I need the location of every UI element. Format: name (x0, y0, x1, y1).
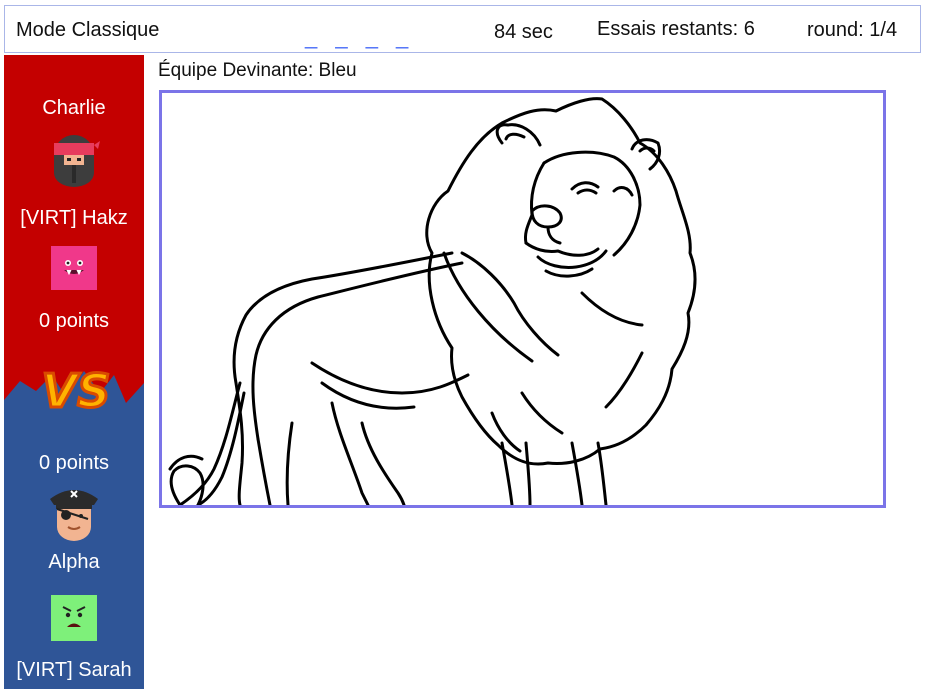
drawing-canvas[interactable] (159, 90, 886, 508)
blue-team-points: 0 points (38, 452, 110, 474)
versus-icon: VS (40, 357, 112, 424)
ninja-avatar-icon (48, 129, 100, 192)
word-hint: _ _ _ _ (305, 24, 415, 49)
red-team-points: 0 points (38, 310, 110, 332)
red-player-name: Charlie (42, 97, 106, 119)
lion-drawing (168, 97, 697, 505)
blue-player-name: Alpha (48, 551, 100, 573)
pirate-avatar-icon (48, 483, 100, 546)
top-bar: Mode Classique _ _ _ _ 84 sec Essais res… (4, 5, 921, 53)
remaining-tries: Essais restants: 6 (597, 18, 755, 40)
round-counter: round: 1/4 (807, 19, 898, 41)
pink-monster-avatar-icon (51, 246, 97, 295)
game-mode-label: Mode Classique (16, 19, 160, 41)
green-monster-avatar-icon (51, 595, 97, 646)
timer: 84 sec (494, 21, 553, 43)
red-player-name: [VIRT] Hakz (20, 207, 128, 229)
guessing-team-label: Équipe Devinante: Bleu (158, 60, 357, 81)
blue-player-name: [VIRT] Sarah (16, 659, 132, 681)
svg-text:VS: VS (42, 364, 110, 418)
teams-sidebar: Charlie [VIRT] Hakz 0 points VS 0 points (4, 55, 144, 689)
